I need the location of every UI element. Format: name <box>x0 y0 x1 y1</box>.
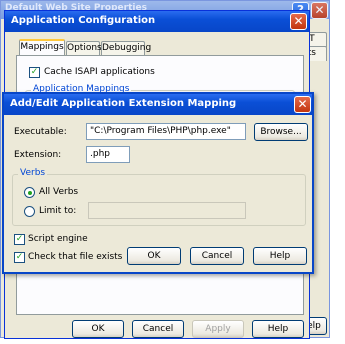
tab-debugging[interactable]: Debugging <box>101 41 151 56</box>
browse-button[interactable]: Browse... <box>254 123 308 141</box>
extension-input[interactable]: .php <box>86 146 130 163</box>
app-config-help-button[interactable]: Help <box>252 320 304 338</box>
dialog-close-button[interactable]: ✕ <box>294 96 311 113</box>
app-config-titlebar: Application Configuration <box>5 11 309 32</box>
all-verbs-label: All Verbs <box>39 187 79 197</box>
script-engine-checkbox[interactable]: ✓ <box>14 234 25 245</box>
script-engine-label: Script engine <box>28 234 88 244</box>
dialog-title: Add/Edit Application Extension Mapping <box>10 98 237 109</box>
background-close-button[interactable]: ✕ <box>311 2 328 19</box>
cache-isapi-checkbox[interactable]: ✓ <box>29 67 40 78</box>
limit-to-radio[interactable] <box>24 206 35 217</box>
all-verbs-radio[interactable] <box>24 187 35 198</box>
cache-isapi-label: Cache ISAPI applications <box>44 67 155 77</box>
tab-options[interactable]: Options <box>66 41 102 56</box>
app-config-ok-button[interactable]: OK <box>72 320 124 338</box>
tab-mappings[interactable]: Mappings <box>19 39 65 56</box>
app-config-apply-button[interactable]: Apply <box>192 320 244 338</box>
app-config-close-button[interactable]: ✕ <box>290 13 307 30</box>
limit-to-input[interactable] <box>88 202 246 219</box>
app-config-title: Application Configuration <box>11 15 156 26</box>
check-file-exists-checkbox[interactable]: ✓ <box>14 252 25 263</box>
app-config-cancel-button[interactable]: Cancel <box>132 320 184 338</box>
dialog-cancel-button[interactable]: Cancel <box>190 247 244 265</box>
dialog-ok-button[interactable]: OK <box>127 247 181 265</box>
dialog-help-button[interactable]: Help <box>253 247 307 265</box>
limit-to-label: Limit to: <box>39 206 77 216</box>
extension-mapping-dialog: Add/Edit Application Extension Mapping ✕… <box>2 92 314 274</box>
extension-label: Extension: <box>14 150 62 160</box>
executable-input[interactable]: "C:\Program Files\PHP\php.exe" <box>86 123 246 140</box>
check-file-exists-label: Check that file exists <box>28 252 123 262</box>
verbs-group-label: Verbs <box>18 168 48 178</box>
executable-label: Executable: <box>14 127 67 137</box>
dialog-titlebar: Add/Edit Application Extension Mapping <box>4 94 312 115</box>
